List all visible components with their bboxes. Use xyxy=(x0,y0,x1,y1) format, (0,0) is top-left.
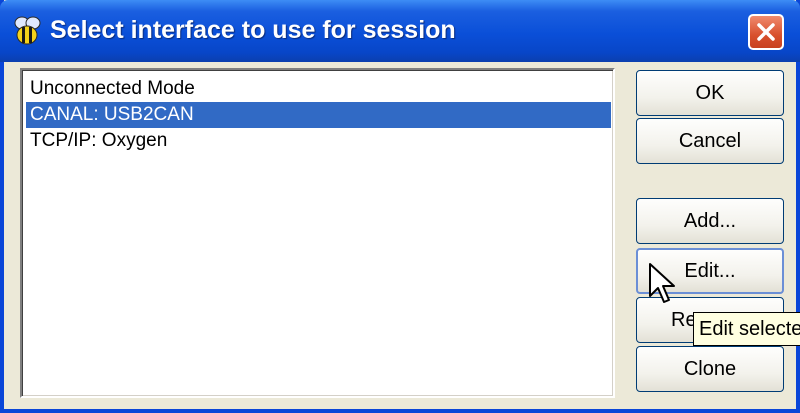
title-bar[interactable]: Select interface to use for session xyxy=(0,0,800,62)
close-button[interactable] xyxy=(748,14,784,50)
list-item-unconnected-mode[interactable]: Unconnected Mode xyxy=(26,76,611,102)
bee-icon xyxy=(10,14,44,48)
clone-button[interactable]: Clone xyxy=(636,346,784,392)
list-item-tcpip-oxygen[interactable]: TCP/IP: Oxygen xyxy=(26,128,611,154)
window-title: Select interface to use for session xyxy=(50,16,456,44)
arrow-cursor-icon xyxy=(648,262,678,306)
edit-tooltip: Edit selecte xyxy=(693,312,800,346)
interface-list[interactable]: Unconnected Mode CANAL: USB2CAN TCP/IP: … xyxy=(20,68,615,398)
add-button[interactable]: Add... xyxy=(636,198,784,244)
ok-button[interactable]: OK xyxy=(636,70,784,116)
dialog-window: Select interface to use for session Unco… xyxy=(0,0,800,413)
list-item-canal-usb2can[interactable]: CANAL: USB2CAN xyxy=(26,102,611,128)
close-icon xyxy=(757,23,775,41)
cancel-button[interactable]: Cancel xyxy=(636,118,784,164)
